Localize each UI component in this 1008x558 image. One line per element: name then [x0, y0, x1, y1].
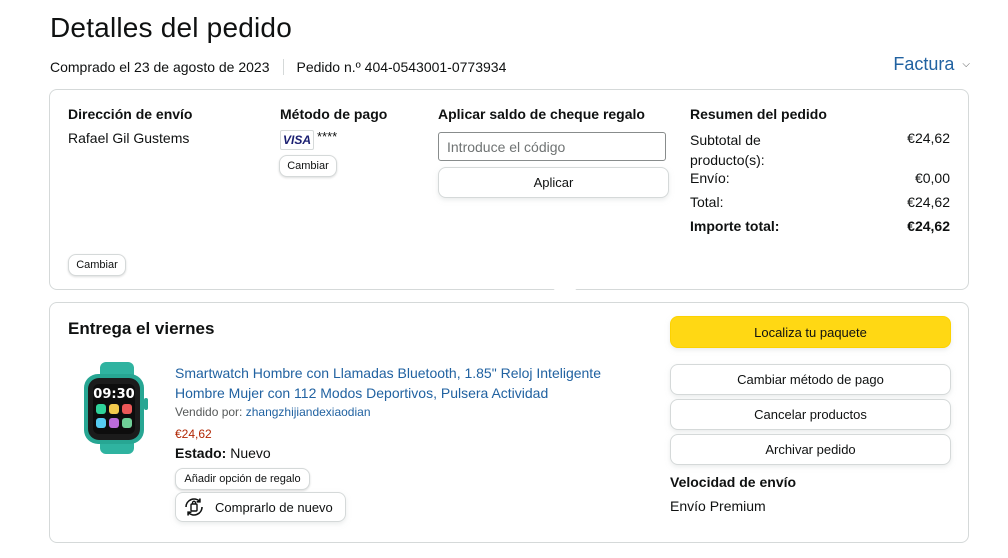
gift-code-input[interactable] — [438, 132, 666, 161]
shipping-name: Rafael Gil Gustems — [68, 130, 190, 146]
total-label: Total: — [690, 194, 724, 210]
condition-label: Estado: — [175, 445, 227, 461]
summary-shipping-row: Envío: €0,00 — [690, 170, 950, 186]
chevron-down-icon: ⌵ — [962, 59, 970, 70]
condition-line: Estado: Nuevo — [175, 445, 271, 461]
shipping-speed-value: Envío Premium — [670, 498, 766, 514]
buy-again-button[interactable]: Comprarlo de nuevo — [175, 492, 346, 522]
invoice-label: Factura — [893, 54, 955, 74]
grand-total-label: Importe total: — [690, 218, 780, 234]
payment-heading: Método de pago — [280, 106, 388, 122]
summary-heading: Resumen del pedido — [690, 106, 827, 122]
product-image[interactable]: 09:30 — [78, 362, 158, 454]
page-title: Detalles del pedido — [50, 12, 292, 43]
buy-again-label: Comprarlo de nuevo — [215, 499, 333, 515]
delivery-heading: Entrega el viernes — [68, 319, 215, 338]
invoice-dropdown[interactable]: Factura ⌵ — [893, 54, 970, 75]
shipping-cost-label: Envío: — [690, 170, 730, 186]
meta-divider — [282, 59, 284, 75]
order-meta: Comprado el 23 de agosto de 2023 Pedido … — [50, 59, 506, 75]
purchase-date: Comprado el 23 de agosto de 2023 — [50, 59, 270, 75]
summary-grand-total-row: Importe total: €24,62 — [690, 218, 950, 234]
shipping-cost-value: €0,00 — [914, 170, 950, 186]
archive-order-button[interactable]: Archivar pedido — [670, 434, 951, 465]
change-payment-method-button[interactable]: Cambiar método de pago — [670, 364, 951, 395]
subtotal-value: €24,62 — [907, 130, 950, 146]
sold-by-label: Vendido por: — [175, 405, 243, 419]
shipping-speed-heading: Velocidad de envío — [670, 474, 797, 490]
summary-total-row: Total: €24,62 — [690, 194, 950, 210]
visa-card-icon: VISA — [280, 130, 314, 150]
card-masked-number: **** — [317, 129, 338, 144]
watch-time: 09:30 — [93, 387, 134, 402]
seller-line: Vendido por: zhangzhijiandexiaodian — [175, 405, 371, 419]
condition-value: Nuevo — [230, 445, 271, 461]
product-title-link[interactable]: Smartwatch Hombre con Llamadas Bluetooth… — [175, 363, 645, 403]
order-number: Pedido n.º 404-0543001-0773934 — [296, 59, 507, 75]
gift-heading: Aplicar saldo de cheque regalo — [438, 106, 645, 122]
shipping-heading: Dirección de envío — [68, 106, 193, 122]
summary-subtotal-row: Subtotal de producto(s): €24,62 — [690, 130, 950, 170]
change-address-button[interactable]: Cambiar — [68, 254, 126, 276]
subtotal-label: Subtotal de producto(s): — [690, 132, 765, 168]
track-package-button[interactable]: Localiza tu paquete — [670, 316, 951, 348]
add-gift-option-button[interactable]: Añadir opción de regalo — [175, 468, 310, 490]
grand-total-value: €24,62 — [907, 218, 950, 234]
apply-button[interactable]: Aplicar — [438, 167, 669, 198]
change-payment-button[interactable]: Cambiar — [279, 155, 337, 177]
buy-again-icon — [185, 498, 203, 516]
product-price: €24,62 — [175, 427, 212, 441]
seller-link[interactable]: zhangzhijiandexiaodian — [246, 405, 371, 419]
total-value: €24,62 — [907, 194, 950, 210]
cancel-items-button[interactable]: Cancelar productos — [670, 399, 951, 430]
